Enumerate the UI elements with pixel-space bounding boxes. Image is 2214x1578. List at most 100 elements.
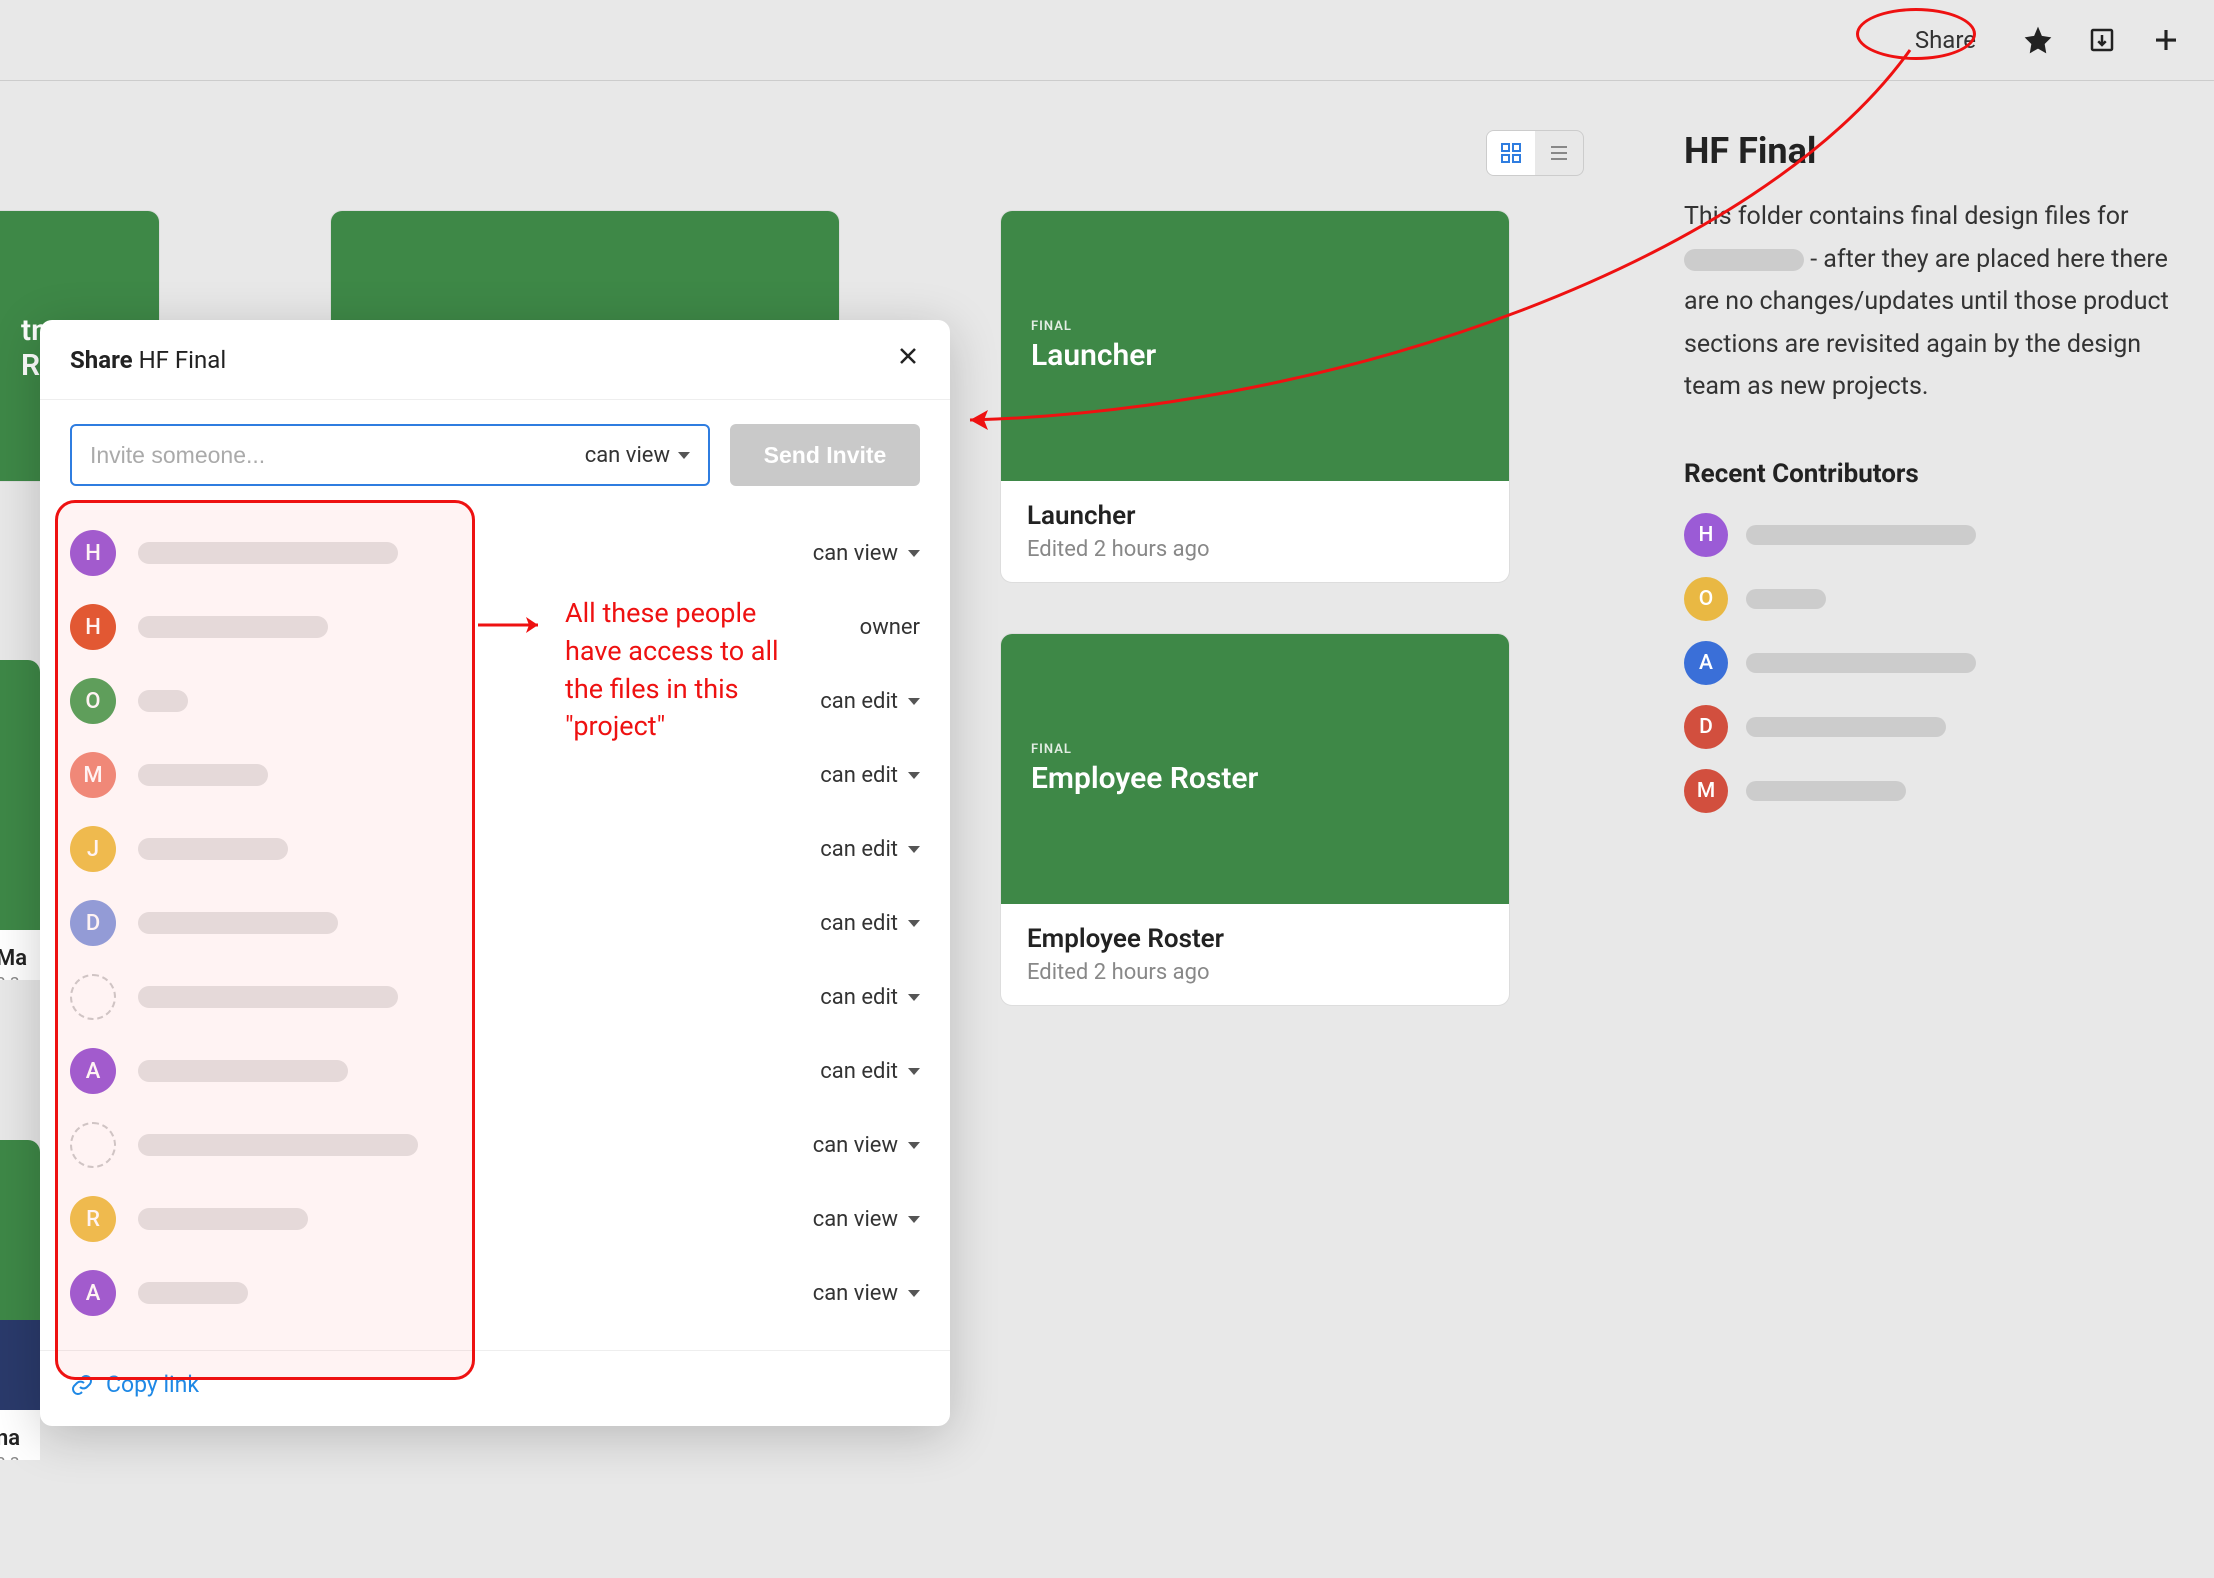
final-label: FINAL — [1031, 742, 1479, 757]
invite-permission-select[interactable]: can view — [585, 443, 690, 468]
partial-card-hint: Ma s a — [0, 660, 40, 980]
chevron-down-icon — [908, 1068, 920, 1075]
member-permission-select[interactable]: can view — [813, 1281, 920, 1306]
member-row: A can edit — [70, 1034, 920, 1108]
plus-icon[interactable] — [2148, 22, 2184, 58]
chevron-down-icon — [908, 1290, 920, 1297]
contributor-row: O — [1684, 577, 2174, 621]
member-row: J can edit — [70, 812, 920, 886]
member-row: A can view — [70, 1256, 920, 1330]
redacted-name — [1746, 653, 1976, 673]
members-list: H can view H owner O can edit M can edit… — [40, 510, 950, 1350]
folder-description: This folder contains final design files … — [1684, 196, 2174, 409]
modal-header: Share HF Final — [40, 320, 950, 400]
redacted-name — [138, 1208, 308, 1230]
avatar: A — [70, 1270, 116, 1316]
chevron-down-icon — [908, 920, 920, 927]
grid-view-button[interactable] — [1487, 131, 1535, 175]
folder-title: HF Final — [1684, 130, 2174, 172]
file-card[interactable]: FINAL Launcher Launcher Edited 2 hours a… — [1000, 210, 1510, 583]
member-permission-select[interactable]: can view — [813, 541, 920, 566]
member-permission-select[interactable]: can view — [813, 1133, 920, 1158]
star-icon[interactable] — [2020, 22, 2056, 58]
permission-label: can edit — [820, 1059, 898, 1084]
avatar: R — [70, 1196, 116, 1242]
card-time: Edited 2 hours ago — [1027, 960, 1483, 985]
modal-footer: Copy link — [40, 1350, 950, 1426]
member-permission-select[interactable]: can edit — [820, 911, 920, 936]
avatar: J — [70, 826, 116, 872]
avatar: A — [1684, 641, 1728, 685]
chevron-down-icon — [908, 1216, 920, 1223]
avatar: A — [70, 1048, 116, 1094]
send-invite-button[interactable]: Send Invite — [730, 424, 920, 486]
redacted-name — [1746, 781, 1906, 801]
member-row: D can edit — [70, 886, 920, 960]
chevron-down-icon — [908, 846, 920, 853]
share-modal: Share HF Final can view Send Invite H ca… — [40, 320, 950, 1426]
avatar: H — [1684, 513, 1728, 557]
card-time: Edited 2 hours ago — [1027, 537, 1483, 562]
chevron-down-icon — [908, 772, 920, 779]
member-permission-select[interactable]: can edit — [820, 837, 920, 862]
avatar: D — [1684, 705, 1728, 749]
member-permission-select[interactable]: can edit — [820, 689, 920, 714]
avatar: D — [70, 900, 116, 946]
share-button[interactable]: Share — [1899, 22, 1992, 58]
member-row: R can view — [70, 1182, 920, 1256]
member-permission-select: owner — [860, 615, 920, 640]
contributors-title: Recent Contributors — [1684, 459, 2174, 489]
export-icon[interactable] — [2084, 22, 2120, 58]
contributor-row: A — [1684, 641, 2174, 685]
redacted-name — [138, 912, 338, 934]
avatar: M — [1684, 769, 1728, 813]
redacted-name — [138, 764, 268, 786]
permission-label: can edit — [820, 911, 898, 936]
invite-row: can view Send Invite — [40, 400, 950, 510]
redacted-text — [1684, 249, 1804, 271]
invite-input[interactable] — [90, 442, 585, 469]
redacted-name — [138, 986, 398, 1008]
permission-label: can edit — [820, 985, 898, 1010]
redacted-name — [138, 838, 288, 860]
redacted-name — [138, 1134, 418, 1156]
modal-title: Share HF Final — [70, 346, 226, 374]
final-label: FINAL — [1031, 319, 1479, 334]
member-row: can view — [70, 1108, 920, 1182]
chevron-down-icon — [908, 698, 920, 705]
invite-input-wrap: can view — [70, 424, 710, 486]
redacted-name — [1746, 525, 1976, 545]
avatar: M — [70, 752, 116, 798]
permission-label: can edit — [820, 689, 898, 714]
member-permission-select[interactable]: can edit — [820, 763, 920, 788]
redacted-name — [138, 690, 188, 712]
permission-label: can edit — [820, 837, 898, 862]
close-icon[interactable] — [896, 344, 920, 375]
member-permission-select[interactable]: can edit — [820, 1059, 920, 1084]
member-permission-select[interactable]: can edit — [820, 985, 920, 1010]
member-permission-select[interactable]: can view — [813, 1207, 920, 1232]
list-view-button[interactable] — [1535, 131, 1583, 175]
contributor-row: H — [1684, 513, 2174, 557]
chevron-down-icon — [908, 1142, 920, 1149]
redacted-name — [138, 1282, 248, 1304]
avatar: O — [70, 678, 116, 724]
redacted-name — [138, 616, 328, 638]
member-row: O can edit — [70, 664, 920, 738]
chevron-down-icon — [678, 452, 690, 459]
copy-link-button[interactable]: Copy link — [70, 1371, 920, 1398]
avatar: O — [1684, 577, 1728, 621]
member-row: H can view — [70, 516, 920, 590]
top-toolbar: Share — [1869, 0, 2214, 80]
file-card[interactable]: FINAL Employee Roster Employee Roster Ed… — [1000, 633, 1510, 1006]
contributor-row: D — [1684, 705, 2174, 749]
avatar — [70, 1122, 116, 1168]
redacted-name — [1746, 717, 1946, 737]
permission-label: can view — [813, 1133, 898, 1158]
card-thumb-title: Launcher — [1031, 338, 1479, 373]
member-row: can edit — [70, 960, 920, 1034]
toolbar-divider — [0, 80, 2214, 81]
avatar: H — [70, 604, 116, 650]
card-name: Employee Roster — [1027, 924, 1483, 954]
permission-label: can edit — [820, 763, 898, 788]
